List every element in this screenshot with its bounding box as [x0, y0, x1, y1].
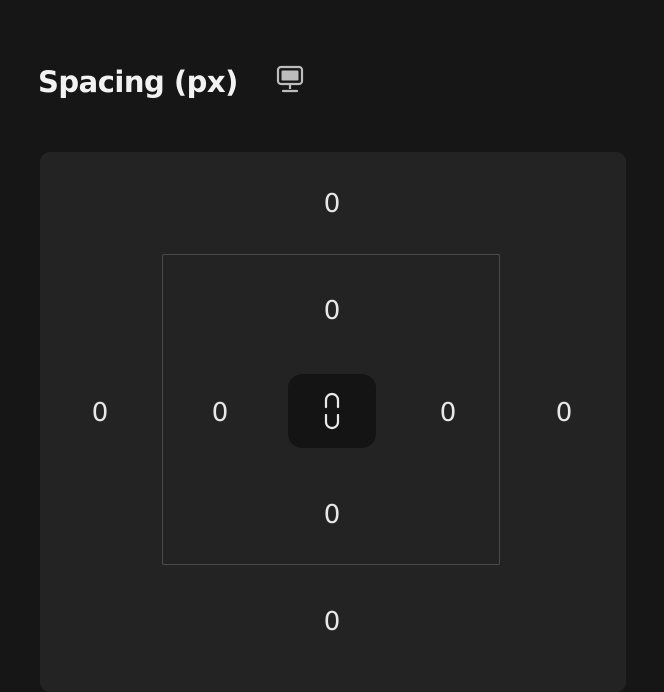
padding-left-input[interactable]: 0 [190, 393, 250, 433]
margin-top-input[interactable]: 0 [302, 184, 362, 224]
padding-bottom-input[interactable]: 0 [302, 495, 362, 535]
padding-right-input[interactable]: 0 [418, 393, 478, 433]
margin-left-input[interactable]: 0 [70, 393, 130, 433]
section-title: Spacing (px) [38, 65, 238, 99]
link-icon [324, 392, 340, 430]
margin-bottom-input[interactable]: 0 [302, 602, 362, 642]
link-values-button[interactable] [288, 374, 376, 448]
margin-right-input[interactable]: 0 [534, 393, 594, 433]
desktop-monitor-icon [276, 65, 304, 93]
spacing-header: Spacing (px) [38, 60, 238, 104]
padding-top-input[interactable]: 0 [302, 291, 362, 331]
device-toggle-button[interactable] [272, 63, 308, 97]
